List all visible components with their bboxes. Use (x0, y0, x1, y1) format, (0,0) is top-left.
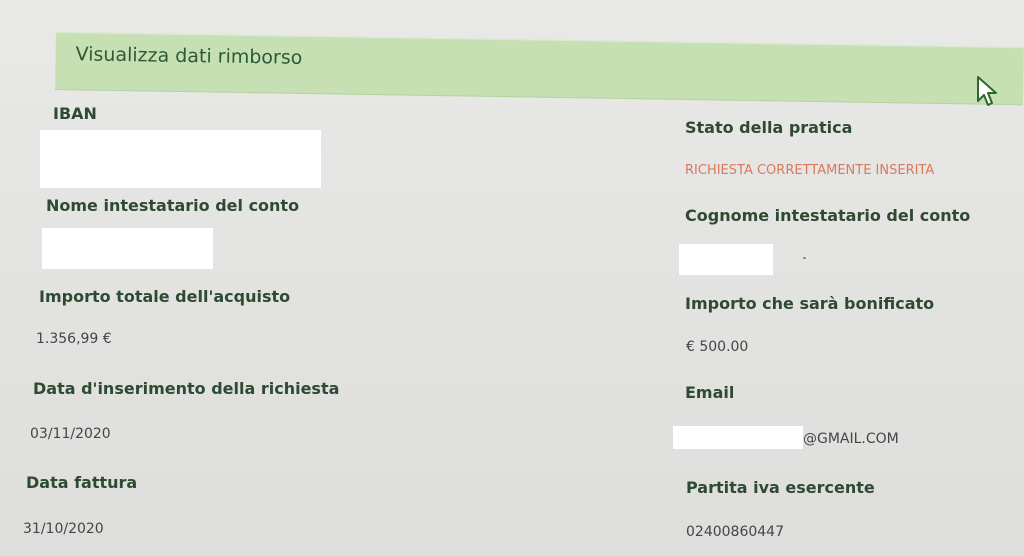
email-user-redacted (673, 426, 803, 449)
stray-dot (803, 257, 806, 259)
section-title: Visualizza dati rimborso (75, 43, 303, 69)
email-domain-value: @GMAIL.COM (803, 431, 899, 447)
request-date-label: Data d'inserimento della richiesta (33, 379, 340, 398)
invoice-date-label: Data fattura (26, 473, 138, 492)
merchant-vat-value: 02400860447 (686, 524, 784, 540)
section-header: Visualizza dati rimborso (55, 32, 1024, 106)
practice-status-value: RICHIESTA CORRETTAMENTE INSERITA (685, 163, 935, 178)
request-date-value: 03/11/2020 (30, 426, 111, 442)
refund-details-page: Visualizza dati rimborso IBAN Nome intes… (0, 0, 1024, 556)
purchase-total-value: 1.356,99 € (36, 331, 112, 347)
transfer-amount-value: € 500.00 (686, 339, 749, 355)
invoice-date-value: 31/10/2020 (23, 521, 104, 537)
account-holder-name-redacted (42, 228, 213, 269)
mouse-pointer-icon (977, 76, 997, 106)
practice-status-label: Stato della pratica (685, 118, 853, 137)
account-holder-name-label: Nome intestatario del conto (46, 196, 300, 215)
account-holder-surname-label: Cognome intestatario del conto (685, 206, 971, 225)
iban-label: IBAN (53, 104, 97, 123)
merchant-vat-label: Partita iva esercente (686, 478, 875, 497)
iban-value-redacted (40, 130, 321, 188)
account-holder-surname-redacted (679, 244, 773, 275)
purchase-total-label: Importo totale dell'acquisto (39, 287, 291, 306)
transfer-amount-label: Importo che sarà bonificato (685, 294, 935, 313)
email-label: Email (685, 383, 735, 402)
